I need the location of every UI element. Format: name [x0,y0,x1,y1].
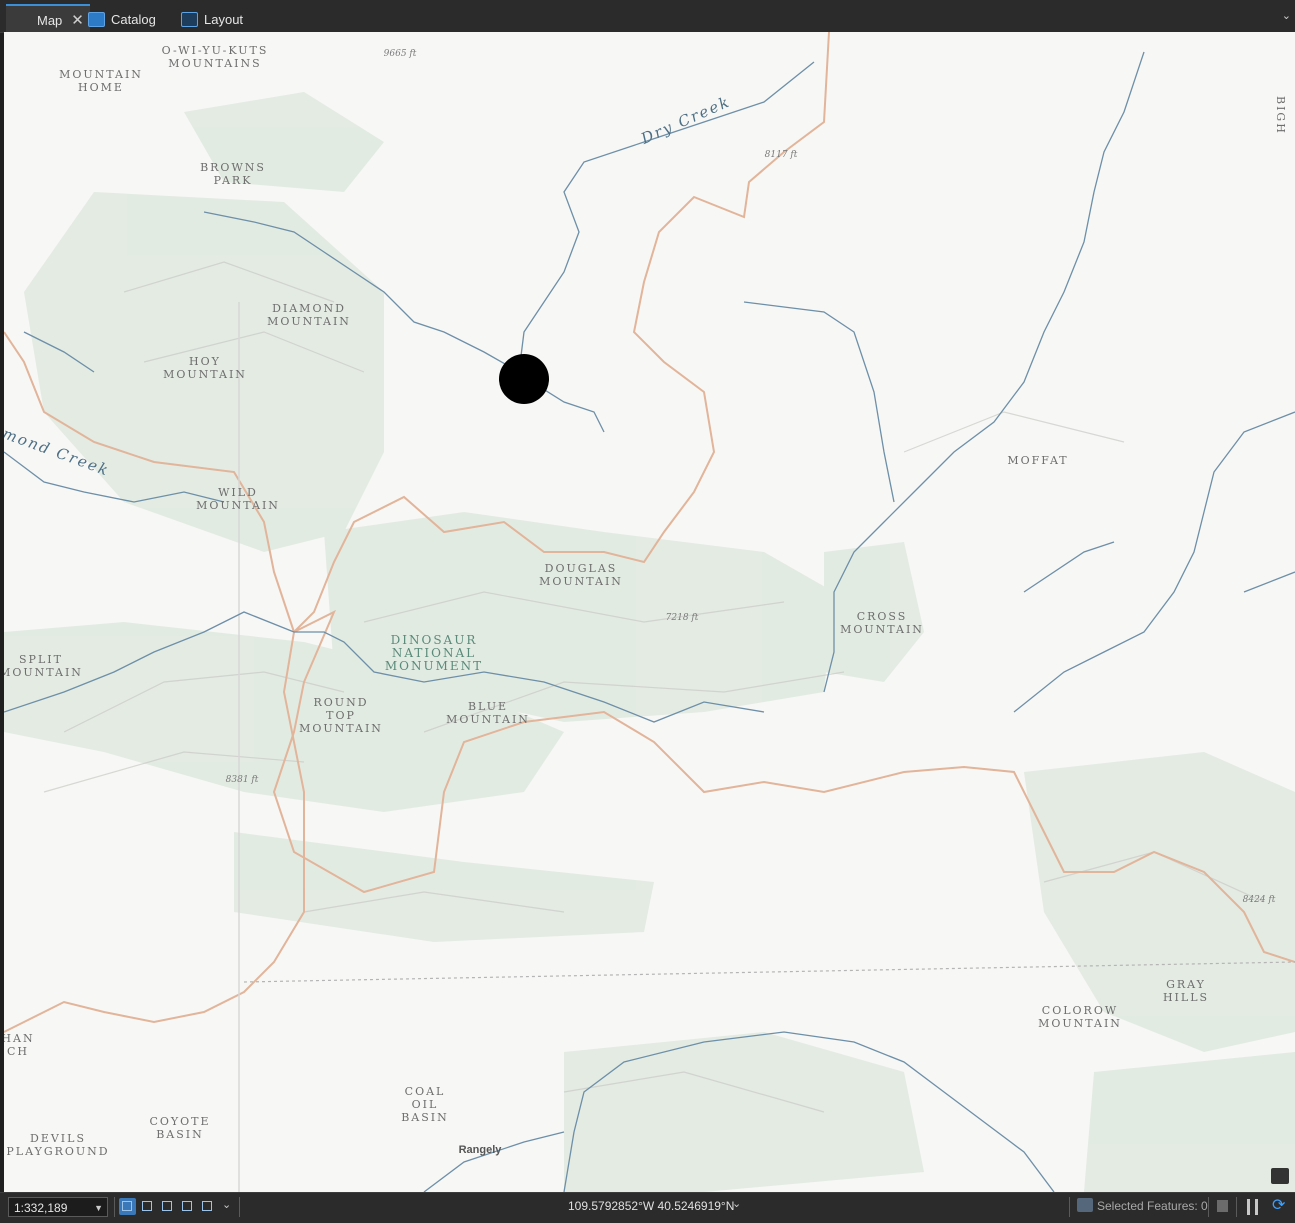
layout-icon [181,11,198,27]
label-elev-7218: 7218 ft [665,613,699,623]
tab-map-label: Map [37,12,63,28]
label-elev-8424: 8424 ft [1242,895,1276,905]
label-hoy-mountain: HOY MOUNTAIN [163,355,247,381]
chevron-down-icon[interactable]: ⌄ [732,1197,741,1210]
map-view[interactable]: O-WI-YU-KUTS MOUNTAINS MOUNTAIN HOME BRO… [4,32,1295,1192]
scale-selector[interactable]: 1:332,189 ▼ [8,1197,108,1217]
chevron-down-icon[interactable]: ⌄ [1282,9,1291,22]
coordinate-readout: 109.5792852°W 40.5246919°N [568,1199,735,1213]
divider [239,1197,240,1217]
divider [1069,1197,1070,1217]
chevron-down-icon: ▼ [94,1203,103,1213]
label-round-top-mountain: ROUND TOP MOUNTAIN [299,696,383,735]
label-han: HAN CH [4,1032,35,1058]
label-wild-mountain: WILD MOUNTAIN [196,486,280,512]
label-colorow-mountain: COLOROW MOUNTAIN [1038,1004,1122,1030]
label-devils-playground: DEVILS PLAYGROUND [6,1132,110,1158]
selected-features-count: Selected Features: 0 [1097,1199,1208,1213]
label-browns-park: BROWNS PARK [200,161,266,187]
catalog-icon [88,11,105,27]
label-coal-oil-basin: COAL OIL BASIN [401,1085,449,1124]
snapping-icon[interactable] [159,1198,176,1215]
tab-catalog-label: Catalog [111,11,156,27]
status-bar: 1:332,189 ▼ ⌄ 109.5792852°W 40.5246919°N… [0,1192,1295,1223]
label-gray-hills: GRAY HILLS [1162,978,1210,1004]
label-douglas-mountain: DOUGLAS MOUNTAIN [539,562,623,588]
label-elev-9665: 9665 ft [383,49,417,59]
north-arrow-icon[interactable] [199,1198,216,1215]
grid-icon[interactable] [139,1198,156,1215]
tab-map[interactable]: Map ✕ [6,4,90,60]
tab-layout-label: Layout [204,11,244,27]
label-owiyukuts: O-WI-YU-KUTS MOUNTAINS [161,44,269,70]
chevron-down-icon[interactable]: ⌄ [222,1198,231,1211]
point-marker[interactable] [499,354,549,404]
tab-layout[interactable]: Layout [173,6,243,32]
divider [1236,1197,1237,1217]
map-overlay-button[interactable] [1271,1168,1289,1184]
label-bigh: BIGH [1274,96,1287,135]
label-moffat: MOFFAT [1007,454,1069,467]
label-blue-mountain: BLUE MOUNTAIN [446,700,530,726]
label-coyote-basin: COYOTE BASIN [149,1115,211,1141]
constraint-icon[interactable] [179,1198,196,1215]
divider [114,1197,115,1217]
refresh-icon[interactable]: ⟳ [1272,1197,1290,1215]
scale-value: 1:332,189 [14,1201,68,1215]
divider [1208,1197,1209,1217]
label-rangely: Rangely [458,1144,502,1156]
label-elev-8117: 8117 ft [764,150,798,160]
label-mountain-home: MOUNTAIN HOME [59,68,143,94]
label-dinosaur-national-monument: DINOSAUR NATIONAL MONUMENT [384,633,484,673]
view-tab-strip: Map ✕ Catalog Layout ⌄ [0,0,1295,60]
label-elev-8381: 8381 ft [225,775,259,785]
label-diamond-mountain: DIAMOND MOUNTAIN [267,302,351,328]
pause-drawing-icon[interactable] [1247,1199,1258,1215]
label-cross-mountain: CROSS MOUNTAIN [840,610,924,636]
table-icon[interactable] [1217,1200,1228,1212]
label-split-mountain: SPLIT MOUNTAIN [4,653,83,679]
selection-icon[interactable] [1077,1198,1093,1212]
fixed-scale-button[interactable] [119,1198,136,1215]
tab-catalog[interactable]: Catalog [80,6,156,32]
